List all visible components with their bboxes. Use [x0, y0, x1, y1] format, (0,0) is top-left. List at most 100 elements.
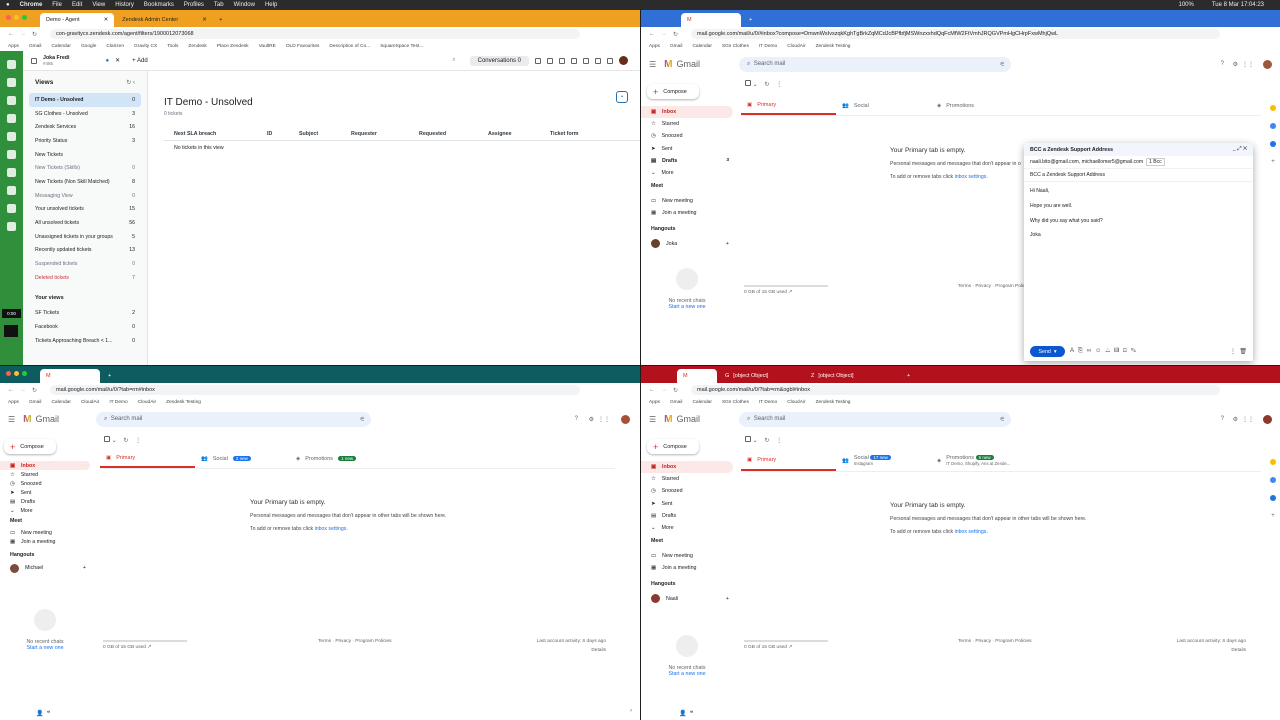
tab-social[interactable]: 👥 Social 2 new: [195, 449, 290, 468]
view-item[interactable]: New Tickets: [29, 148, 141, 162]
column-header[interactable]: ID: [267, 131, 299, 137]
zoom-window-icon[interactable]: [22, 15, 27, 20]
account-avatar[interactable]: [621, 414, 630, 424]
menu-edit[interactable]: Edit: [72, 2, 82, 8]
tab-promotions[interactable]: ◈ Promotions 6 new IT Demo, Shopify, Ans a…: [931, 450, 1041, 471]
menu-tab[interactable]: Tab: [214, 2, 224, 8]
lock-icon[interactable]: ⊡: [1123, 348, 1131, 354]
battery-status[interactable]: 100%: [1178, 2, 1193, 8]
tab-gmail[interactable]: M: [677, 369, 717, 383]
search-options-icon[interactable]: ⚟: [360, 416, 365, 423]
join-meeting-link[interactable]: ▦ Join a meeting: [0, 537, 90, 546]
view-item[interactable]: Facebook 0: [29, 320, 141, 334]
tab-primary[interactable]: ▣ Primary: [741, 96, 836, 115]
tab-gmail[interactable]: M: [681, 13, 741, 27]
products-grid-icon[interactable]: [607, 57, 613, 64]
support-icon[interactable]: ?: [1221, 61, 1224, 67]
bookmark-item[interactable]: Apps: [649, 400, 660, 405]
bookmark-item[interactable]: SGs Clothes: [722, 400, 749, 405]
bookmark-item[interactable]: Place Zendesk: [217, 44, 249, 49]
view-item[interactable]: Tickets Approaching Breach < 1... 0: [29, 334, 141, 348]
nav-drafts[interactable]: ▤ Drafts: [0, 497, 90, 506]
forward-icon[interactable]: →: [661, 31, 667, 37]
nav-starred[interactable]: ☆ Starred: [641, 118, 733, 130]
refresh-icon[interactable]: ↻: [764, 82, 769, 88]
new-tab-button[interactable]: +: [901, 369, 916, 383]
external-link-icon[interactable]: ↗: [788, 290, 792, 295]
more-options-icon[interactable]: ⋮: [776, 82, 782, 88]
new-meeting-link[interactable]: ▭ New meeting: [0, 528, 90, 537]
bookmark-item[interactable]: Zendesk Testing: [816, 44, 851, 49]
add-chat-icon[interactable]: +: [726, 241, 729, 247]
forward-icon[interactable]: →: [661, 387, 667, 393]
conversations-button[interactable]: Conversations 0: [469, 55, 529, 66]
nav-starred[interactable]: ☆ Starred: [641, 473, 733, 485]
start-chat-link[interactable]: Start a new one: [641, 304, 733, 310]
start-chat-link[interactable]: Start a new one: [641, 671, 733, 677]
reload-icon[interactable]: ↻: [673, 31, 678, 38]
help-icon[interactable]: [7, 222, 16, 231]
bookmark-item[interactable]: CloudAir: [138, 400, 156, 405]
tab-admin-center[interactable]: Zendesk Admin Center ✕: [116, 13, 211, 27]
compose-window-controls-icon[interactable]: _ ⤢ ✕: [1233, 146, 1247, 153]
forward-icon[interactable]: →: [20, 31, 26, 37]
tab-social[interactable]: 👥 Social 17 new Instagram: [836, 450, 931, 471]
refresh-icon[interactable]: ↻: [764, 438, 769, 444]
search-icon[interactable]: ⌕: [747, 416, 754, 423]
view-item[interactable]: All unsolved tickets 56: [29, 216, 141, 230]
view-actions-dropdown[interactable]: ⌄: [616, 91, 628, 103]
join-meeting-link[interactable]: ▦ Join a meeting: [641, 562, 733, 574]
compose-body[interactable]: Hi Naali, Hope you are well. Why did you…: [1024, 182, 1253, 246]
view-item[interactable]: Messaging View 0: [29, 189, 141, 203]
view-item[interactable]: Suspended tickets 0: [29, 257, 141, 271]
more-options-icon[interactable]: ⋮: [135, 438, 141, 444]
bookmark-item[interactable]: IT Demo: [759, 44, 777, 49]
nav-drafts[interactable]: ▤ Drafts 3: [641, 155, 733, 167]
select-all-checkbox[interactable]: [745, 80, 751, 86]
tab-demo-agent[interactable]: Demo - Agent ✕: [40, 13, 115, 27]
nav-snoozed[interactable]: ◷ Snoozed: [641, 130, 733, 142]
bookmark-item[interactable]: Apps: [649, 44, 660, 49]
hangouts-icon[interactable]: ❝: [690, 711, 693, 717]
join-meeting-link[interactable]: ▦ Join a meeting: [641, 207, 733, 219]
view-item[interactable]: New Tickets (Skills) 0: [29, 161, 141, 175]
link-icon[interactable]: ∞: [1087, 348, 1095, 354]
close-window-icon[interactable]: [6, 371, 11, 376]
bookmark-item[interactable]: Description of Co...: [329, 44, 370, 49]
footer-links[interactable]: Terms · Privacy · Program Policies: [958, 639, 1032, 644]
talk-widget-icon[interactable]: [4, 325, 18, 337]
close-tab-icon[interactable]: ✕: [104, 17, 109, 23]
tab-primary[interactable]: ▣ Primary: [100, 449, 195, 468]
contacts-icon[interactable]: [1270, 141, 1276, 147]
column-header[interactable]: Requester: [351, 131, 419, 137]
app-icon[interactable]: [583, 57, 589, 64]
search-options-icon[interactable]: ⚟: [1000, 61, 1005, 68]
add-addon-icon[interactable]: +: [1271, 513, 1275, 519]
add-chat-icon[interactable]: +: [83, 565, 86, 571]
reload-icon[interactable]: ↻: [673, 387, 678, 394]
settings-icon[interactable]: [7, 204, 16, 213]
hangouts-user[interactable]: Joka +: [641, 238, 733, 250]
address-bar[interactable]: mail.google.com/mail/u/0/?tab=rm#inbox: [50, 385, 580, 395]
notifications-icon[interactable]: [559, 57, 565, 64]
column-header[interactable]: Subject: [299, 131, 351, 137]
bookmark-item[interactable]: Apps: [8, 44, 19, 49]
column-header[interactable]: Ticket form: [550, 131, 620, 137]
bookmark-item[interactable]: OLD Favourites: [286, 44, 320, 49]
menu-help[interactable]: Help: [265, 2, 277, 8]
compose-button[interactable]: + Compose: [4, 439, 56, 454]
apps-grid-icon[interactable]: ⋮⋮: [598, 416, 610, 423]
app-menu[interactable]: Chrome: [20, 2, 43, 8]
view-item[interactable]: Unassigned tickets in your groups 5: [29, 230, 141, 244]
tasks-icon[interactable]: [1270, 123, 1276, 129]
column-header[interactable]: Requested: [419, 131, 488, 137]
bookmark-item[interactable]: Gravity CX: [134, 44, 157, 49]
account-avatar[interactable]: [1263, 414, 1272, 424]
avatar[interactable]: [619, 56, 628, 65]
gmail-logo[interactable]: M Gmail: [664, 414, 700, 425]
nav-more[interactable]: ⌄ More: [0, 506, 90, 515]
new-meeting-link[interactable]: ▭ New meeting: [641, 195, 733, 207]
address-bar[interactable]: con-gravitycx.zendesk.com/agent/filters/…: [50, 29, 580, 39]
start-chat-link[interactable]: Start a new one: [0, 645, 90, 651]
view-item[interactable]: Your unsolved tickets 15: [29, 203, 141, 217]
